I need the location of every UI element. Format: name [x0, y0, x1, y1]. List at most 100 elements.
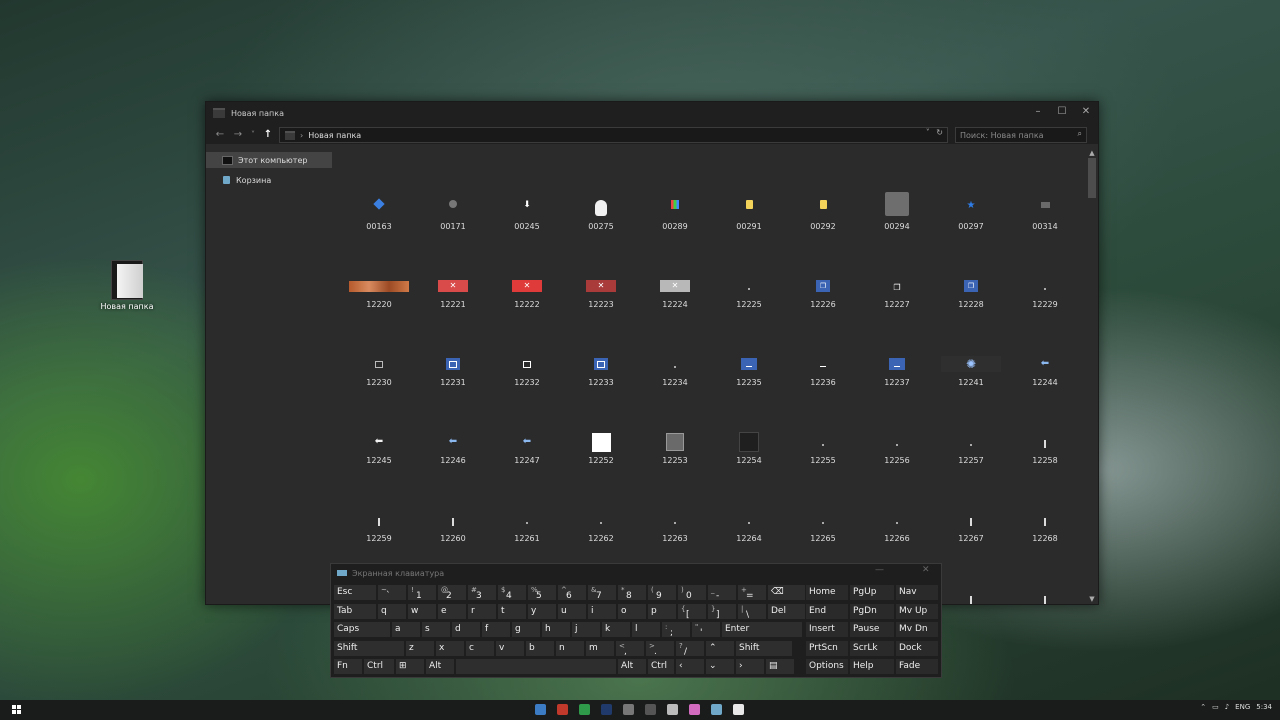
key[interactable]: Insert — [805, 621, 849, 638]
key[interactable]: m — [585, 639, 615, 657]
file-item[interactable]: ❐ 12226 — [788, 254, 858, 324]
key[interactable]: PgDn — [849, 602, 895, 620]
key[interactable]: (9 — [647, 584, 677, 601]
key[interactable]: | \ — [737, 602, 767, 620]
file-item[interactable]: ✕ 12224 — [640, 254, 710, 324]
up-button[interactable]: ↑ — [259, 129, 277, 140]
maximize-button[interactable]: ☐ — [1050, 102, 1074, 124]
key[interactable]: Esc — [333, 584, 377, 601]
key[interactable]: j — [571, 621, 601, 638]
sidebar-item-recycle-bin[interactable]: Корзина — [206, 172, 332, 188]
key[interactable]: Dock — [895, 639, 939, 657]
key[interactable]: › — [735, 658, 765, 675]
file-item[interactable]: 00292 — [788, 176, 858, 246]
keyboard-title-bar[interactable]: Экранная клавиатура — ✕ — [331, 564, 941, 582]
file-item[interactable]: ❐ 12228 — [936, 254, 1006, 324]
file-item[interactable]: ⬅ 12244 — [1010, 332, 1080, 402]
key[interactable]: t — [497, 602, 527, 620]
file-item[interactable]: 12233 — [566, 332, 636, 402]
key[interactable]: w — [407, 602, 437, 620]
file-item[interactable]: 12225 — [714, 254, 784, 324]
file-item[interactable]: 12236 — [788, 332, 858, 402]
file-item[interactable]: 12263 — [640, 488, 710, 558]
explorer-icon[interactable] — [733, 704, 744, 715]
key[interactable]: b — [525, 639, 555, 657]
file-item[interactable]: 00163 — [344, 176, 414, 246]
file-item[interactable]: ✕ 12223 — [566, 254, 636, 324]
key[interactable]: n — [555, 639, 585, 657]
search-icon[interactable]: ⌕ — [1078, 129, 1082, 139]
key[interactable]: ! 1 — [407, 584, 437, 601]
key[interactable] — [455, 658, 617, 675]
key[interactable]: $4 — [497, 584, 527, 601]
file-item[interactable]: 12234 — [640, 332, 710, 402]
key[interactable]: ~ ` — [377, 584, 407, 601]
key[interactable]: ^ 6 — [557, 584, 587, 601]
key[interactable]: z — [405, 639, 435, 657]
recent-locations-button[interactable]: ˅ — [247, 130, 259, 139]
file-item[interactable]: 12258 — [1010, 410, 1080, 480]
file-item[interactable]: 12260 — [418, 488, 488, 558]
key[interactable]: Alt — [617, 658, 647, 675]
file-item[interactable]: 12220 — [344, 254, 414, 324]
app-red-icon[interactable] — [557, 704, 568, 715]
forward-button[interactable]: → — [229, 129, 247, 140]
key[interactable]: ⌄ — [705, 658, 735, 675]
key[interactable]: Nav — [895, 584, 939, 601]
minimize-button[interactable]: – — [1026, 102, 1050, 124]
key[interactable]: l — [631, 621, 661, 638]
key[interactable]: _ - — [707, 584, 737, 601]
key[interactable]: Tab — [333, 602, 377, 620]
file-item[interactable]: 12255 — [788, 410, 858, 480]
tray-chevron-icon[interactable]: ⌃ — [1200, 703, 1206, 711]
search-box[interactable]: ⌕ — [955, 127, 1087, 143]
key[interactable]: + = — [737, 584, 767, 601]
key[interactable]: :; — [661, 621, 691, 638]
key[interactable]: ScrLk — [849, 639, 895, 657]
file-item[interactable]: 12257 — [936, 410, 1006, 480]
network-icon[interactable]: ▭ — [1212, 703, 1219, 711]
address-dropdown-icon[interactable]: ˅ — [926, 128, 930, 137]
file-item[interactable]: 12232 — [492, 332, 562, 402]
key[interactable]: Pause — [849, 621, 895, 638]
refresh-icon[interactable]: ↻ — [936, 128, 943, 137]
key[interactable]: Ctrl — [647, 658, 675, 675]
app-circle-icon[interactable] — [623, 704, 634, 715]
close-button[interactable]: ✕ — [1074, 102, 1098, 124]
key[interactable]: x — [435, 639, 465, 657]
file-item[interactable]: 12254 — [714, 410, 784, 480]
key[interactable]: c — [465, 639, 495, 657]
key[interactable]: {[ — [677, 602, 707, 620]
app-pink-icon[interactable] — [689, 704, 700, 715]
key[interactable]: Ctrl — [363, 658, 395, 675]
key[interactable]: Enter — [721, 621, 803, 638]
file-item[interactable]: 00289 — [640, 176, 710, 246]
key[interactable]: PrtScn — [805, 639, 849, 657]
key[interactable]: ⌃ — [705, 639, 735, 657]
file-item[interactable]: ✺ 12241 — [936, 332, 1006, 402]
edge-icon[interactable] — [535, 704, 546, 715]
file-item[interactable]: 00314 — [1010, 176, 1080, 246]
keyboard-minimize-button[interactable]: — — [875, 565, 884, 575]
key[interactable]: <, — [615, 639, 645, 657]
file-item[interactable]: 12264 — [714, 488, 784, 558]
key[interactable]: Shift — [735, 639, 793, 657]
key[interactable]: " ' — [691, 621, 721, 638]
key[interactable]: a — [391, 621, 421, 638]
file-item[interactable]: 12252 — [566, 410, 636, 480]
key[interactable]: & 7 — [587, 584, 617, 601]
volume-icon[interactable]: ♪ — [1225, 703, 1229, 711]
file-item[interactable]: ✕ 12222 — [492, 254, 562, 324]
key[interactable]: o — [617, 602, 647, 620]
key[interactable]: ‹ — [675, 658, 705, 675]
key[interactable]: @2 — [437, 584, 467, 601]
file-item[interactable]: ✕ 12221 — [418, 254, 488, 324]
scroll-down-icon[interactable]: ▼ — [1086, 594, 1098, 604]
keyboard-close-button[interactable]: ✕ — [922, 565, 930, 575]
key[interactable]: End — [805, 602, 849, 620]
file-item[interactable]: 12229 — [1010, 254, 1080, 324]
photoshop-icon[interactable] — [601, 704, 612, 715]
key[interactable]: Caps — [333, 621, 391, 638]
key[interactable]: >. — [645, 639, 675, 657]
file-item[interactable] — [1010, 566, 1080, 604]
